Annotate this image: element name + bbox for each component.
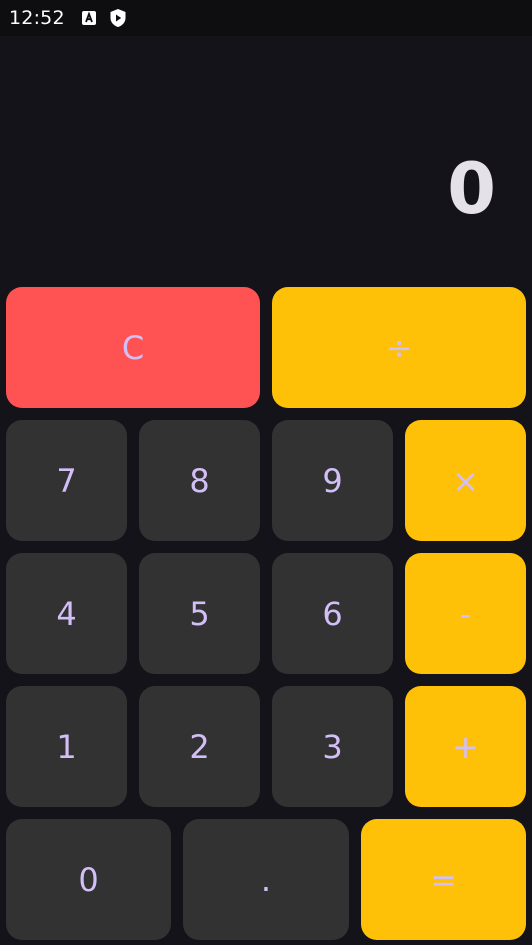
display-area: 0 [0,36,532,272]
digit-8-button[interactable]: 8 [139,420,260,541]
digit-5-button[interactable]: 5 [139,553,260,674]
digit-1-button[interactable]: 1 [6,686,127,807]
digit-6-button[interactable]: 6 [272,553,393,674]
digit-2-button[interactable]: 2 [139,686,260,807]
divide-button[interactable]: ÷ [272,287,526,408]
shield-play-icon [109,8,127,28]
digit-3-button[interactable]: 3 [272,686,393,807]
add-button[interactable]: + [405,686,526,807]
decimal-button[interactable]: . [183,819,349,940]
digit-0-button[interactable]: 0 [6,819,171,940]
digit-4-button[interactable]: 4 [6,553,127,674]
display-value: 0 [447,148,496,230]
status-bar: 12:52 [0,0,532,36]
clear-button[interactable]: C [6,287,260,408]
digit-9-button[interactable]: 9 [272,420,393,541]
status-time: 12:52 [9,7,65,29]
text-a-icon [81,10,97,26]
digit-7-button[interactable]: 7 [6,420,127,541]
subtract-button[interactable]: - [405,553,526,674]
equals-button[interactable]: = [361,819,526,940]
multiply-button[interactable]: × [405,420,526,541]
